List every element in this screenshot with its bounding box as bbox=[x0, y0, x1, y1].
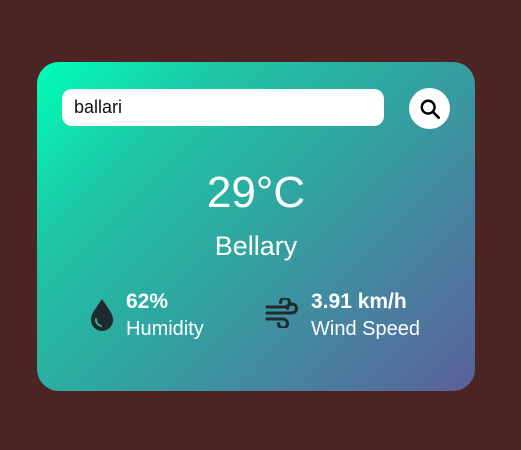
search-icon bbox=[420, 99, 440, 119]
humidity-value: 62% bbox=[126, 290, 169, 313]
weather-card: 29°C Bellary 62% Humidity 3.91 km/h Wind… bbox=[37, 62, 475, 391]
temperature: 29°C bbox=[206, 168, 306, 217]
wind-speed-value: 3.91 km/h bbox=[311, 290, 407, 313]
search-bar bbox=[62, 88, 450, 129]
search-button[interactable] bbox=[409, 88, 450, 129]
water-drop-icon bbox=[91, 299, 113, 331]
wind-speed-label: Wind Speed bbox=[311, 318, 420, 340]
search-input[interactable] bbox=[62, 89, 384, 126]
wind-icon bbox=[265, 298, 298, 328]
city-name: Bellary bbox=[214, 231, 298, 261]
humidity-label: Humidity bbox=[126, 318, 204, 340]
